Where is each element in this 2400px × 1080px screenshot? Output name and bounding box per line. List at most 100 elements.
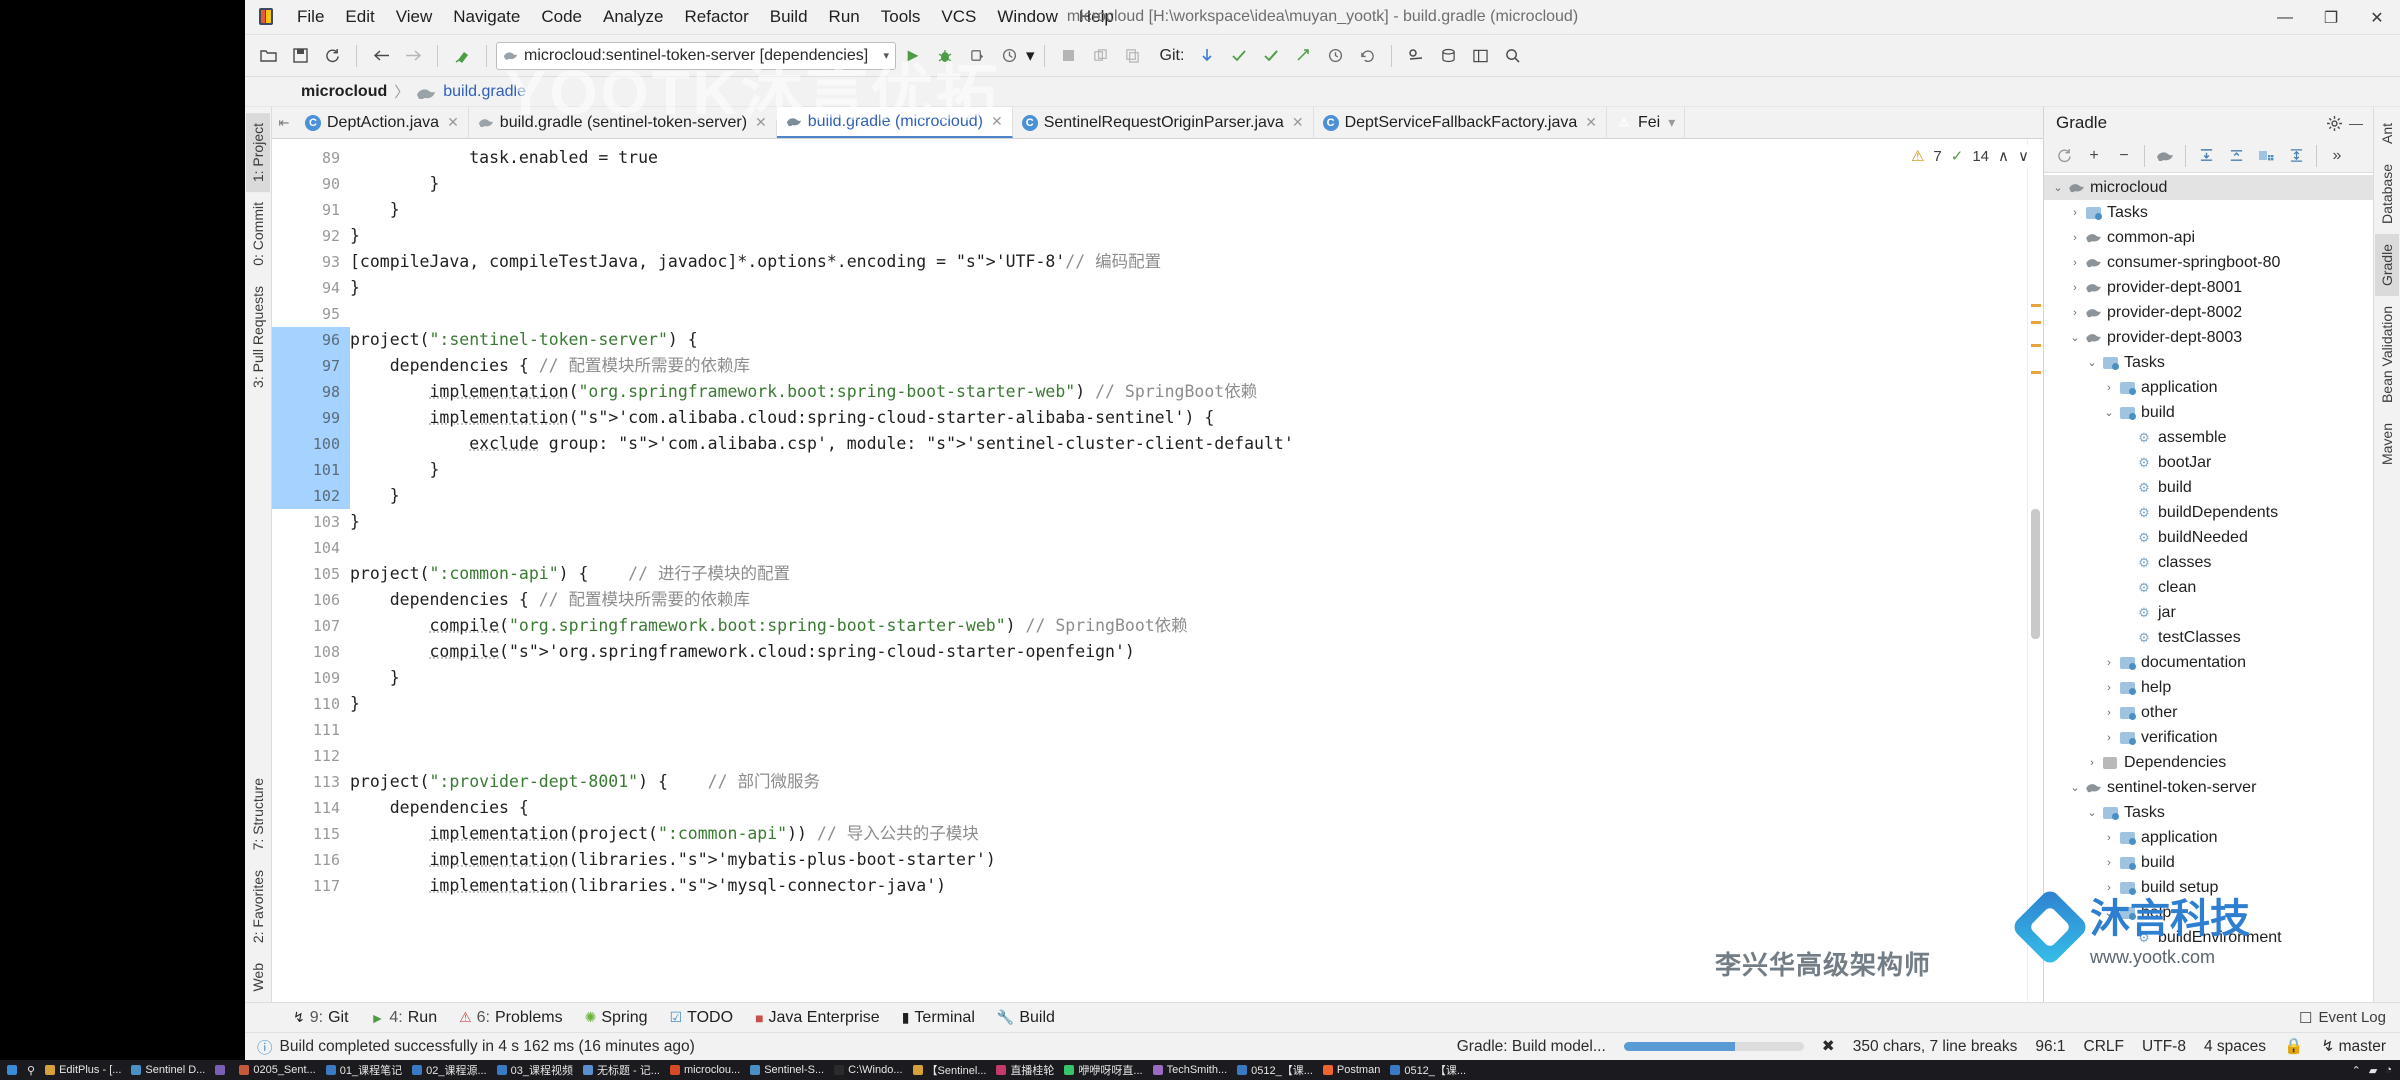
start-button[interactable]: [2, 1060, 22, 1080]
breadcrumb-project[interactable]: microcloud: [301, 83, 387, 101]
code-line[interactable]: implementation("s">'com.alibaba.cloud:sp…: [350, 408, 1184, 427]
rail-tab-favorites[interactable]: 2: Favorites: [246, 860, 270, 953]
code-line[interactable]: implementation(libraries."s">'mysql-conn…: [350, 876, 936, 895]
line-number[interactable]: 109: [272, 665, 350, 691]
chevron-right-icon[interactable]: ›: [2101, 707, 2117, 719]
line-number[interactable]: 114−▶: [272, 795, 370, 821]
update-project-icon[interactable]: [1192, 41, 1222, 71]
editor-tab-build-gradle-microcloud[interactable]: build.gradle (microcloud) ✕: [776, 107, 1013, 138]
menu-item-navigate[interactable]: Navigate: [443, 3, 530, 31]
chevron-right-icon[interactable]: ›: [2067, 307, 2083, 319]
code-line[interactable]: }: [350, 694, 360, 713]
copy-icon[interactable]: [1118, 41, 1148, 71]
taskbar-item[interactable]: TechSmith...: [1148, 1060, 1233, 1080]
gear-icon[interactable]: [2323, 112, 2345, 134]
chevron-right-icon[interactable]: ›: [2101, 657, 2117, 669]
line-number[interactable]: 104: [272, 535, 350, 561]
breadcrumb-file[interactable]: build.gradle: [443, 83, 526, 101]
gradle-tree-item[interactable]: ⌄ Tasks: [2044, 800, 2373, 825]
forward-icon[interactable]: [398, 41, 428, 71]
sync-icon[interactable]: [317, 41, 347, 71]
network-icon[interactable]: ▰: [2369, 1064, 2377, 1077]
gradle-tree-item[interactable]: › common-api: [2044, 225, 2373, 250]
tool-tab-java-enterprise[interactable]: ■ Java Enterprise: [755, 1009, 880, 1027]
menu-item-help[interactable]: Help: [1069, 3, 1124, 31]
menu-item-view[interactable]: View: [386, 3, 443, 31]
rail-tab-database[interactable]: Database: [2375, 154, 2399, 234]
code-line[interactable]: dependencies { // 配置模块所需要的依赖库: [350, 590, 750, 609]
line-number[interactable]: 110: [272, 691, 350, 717]
editor-tab-dept-action[interactable]: C DeptAction.java ✕: [296, 107, 469, 138]
rail-tab-gradle[interactable]: Gradle: [2375, 233, 2399, 296]
line-number[interactable]: 89: [272, 145, 350, 171]
line-number[interactable]: 90: [272, 171, 350, 197]
chevron-down-icon[interactable]: ⌄: [2101, 406, 2117, 419]
error-stripe-markers[interactable]: [2027, 139, 2043, 1002]
git-branch[interactable]: ↯ master: [2321, 1037, 2386, 1056]
line-number[interactable]: 99−: [272, 405, 366, 431]
chevron-right-icon[interactable]: ›: [2067, 207, 2083, 219]
search-everywhere-icon[interactable]: [1497, 41, 1527, 71]
inspection-widget[interactable]: ⚠ 7 ✓ 14 ∧ ∨: [1906, 145, 2033, 167]
next-highlight-icon[interactable]: ∨: [2018, 147, 2029, 165]
rollback-icon[interactable]: [1352, 41, 1382, 71]
code-line[interactable]: implementation(project(":common-api")) /…: [350, 824, 978, 843]
expand-all-icon[interactable]: [2192, 143, 2220, 169]
code-line[interactable]: }: [350, 278, 360, 297]
code-line[interactable]: [compileJava, compileTestJava, javadoc]*…: [350, 252, 1065, 271]
code-line[interactable]: }: [350, 668, 400, 687]
chevron-down-icon[interactable]: ▾: [883, 49, 889, 62]
line-number[interactable]: 96−: [272, 327, 366, 353]
gradle-tree-item[interactable]: ⌄ sentinel-token-server: [2044, 775, 2373, 800]
pin-tab-icon[interactable]: ⇤: [272, 107, 296, 138]
tool-tab-problems[interactable]: ⚠ 6: Problems: [459, 1009, 562, 1027]
tool-tab-git[interactable]: ↯ 9: Git: [293, 1009, 349, 1027]
structure-search-icon[interactable]: [1401, 41, 1431, 71]
taskbar-item[interactable]: 咿咿呀呀直...: [1059, 1060, 1147, 1080]
menu-item-analyze[interactable]: Analyze: [593, 3, 673, 31]
tool-tab-build[interactable]: 🔧 Build: [997, 1009, 1055, 1027]
prev-highlight-icon[interactable]: ∧: [1998, 147, 2009, 165]
close-tab-icon[interactable]: ✕: [991, 113, 1003, 130]
code-line[interactable]: }: [350, 226, 360, 245]
rail-tab-structure[interactable]: 7: Structure: [246, 768, 270, 860]
gradle-tree-item[interactable]: ⚙ buildDependents: [2044, 500, 2373, 525]
code-line[interactable]: implementation("org.springframework.boot…: [350, 382, 1257, 401]
close-tab-icon[interactable]: ✕: [447, 114, 459, 131]
menu-bar[interactable]: File Edit View Navigate Code Analyze Ref…: [287, 3, 1124, 31]
chevron-right-icon[interactable]: ›: [2101, 832, 2117, 844]
chevron-right-icon[interactable]: ›: [2067, 232, 2083, 244]
gradle-tree-item[interactable]: › provider-dept-8002: [2044, 300, 2373, 325]
line-number[interactable]: 106−▶: [272, 587, 370, 613]
line-number[interactable]: 116: [272, 847, 350, 873]
gradle-tree-item[interactable]: › consumer-springboot-80: [2044, 250, 2373, 275]
code-line[interactable]: }: [350, 460, 439, 479]
gradle-tree-item[interactable]: › application: [2044, 375, 2373, 400]
code-line[interactable]: compile("org.springframework.boot:spring…: [350, 616, 1187, 635]
code-line[interactable]: dependencies { // 配置模块所需要的依赖库: [350, 356, 750, 375]
chevron-down-icon[interactable]: ⌄: [2067, 781, 2083, 794]
gradle-tree-item[interactable]: ⚙ assemble: [2044, 425, 2373, 450]
taskbar-item[interactable]: 01_课程笔记: [321, 1060, 407, 1080]
menu-item-run[interactable]: Run: [819, 3, 870, 31]
gradle-tree-item[interactable]: › other: [2044, 700, 2373, 725]
chevron-right-icon[interactable]: ›: [2101, 682, 2117, 694]
line-number[interactable]: 117: [272, 873, 350, 899]
debug-icon[interactable]: [930, 41, 960, 71]
rail-tab-web[interactable]: Web: [246, 953, 270, 1002]
database-icon[interactable]: [1433, 41, 1463, 71]
gradle-tree-item[interactable]: › provider-dept-8001: [2044, 275, 2373, 300]
cancel-icon[interactable]: ✖: [1822, 1037, 1835, 1056]
add-icon[interactable]: +: [2080, 143, 2108, 169]
menu-item-code[interactable]: Code: [531, 3, 592, 31]
run-more-chevron-icon[interactable]: ▾: [1026, 46, 1035, 66]
chevron-down-icon[interactable]: ▾: [1668, 114, 1675, 131]
stripe-marker[interactable]: [2031, 371, 2041, 374]
gradle-tree-item[interactable]: › Dependencies: [2044, 750, 2373, 775]
elephant-icon[interactable]: [2151, 143, 2179, 169]
chevron-right-icon[interactable]: ›: [2101, 857, 2117, 869]
more-icon[interactable]: »: [2323, 143, 2351, 169]
refresh-icon[interactable]: [2050, 143, 2078, 169]
close-tab-icon[interactable]: ✕: [1585, 114, 1597, 131]
source-code[interactable]: task.enabled = true } } } [compileJava, …: [350, 139, 2027, 899]
